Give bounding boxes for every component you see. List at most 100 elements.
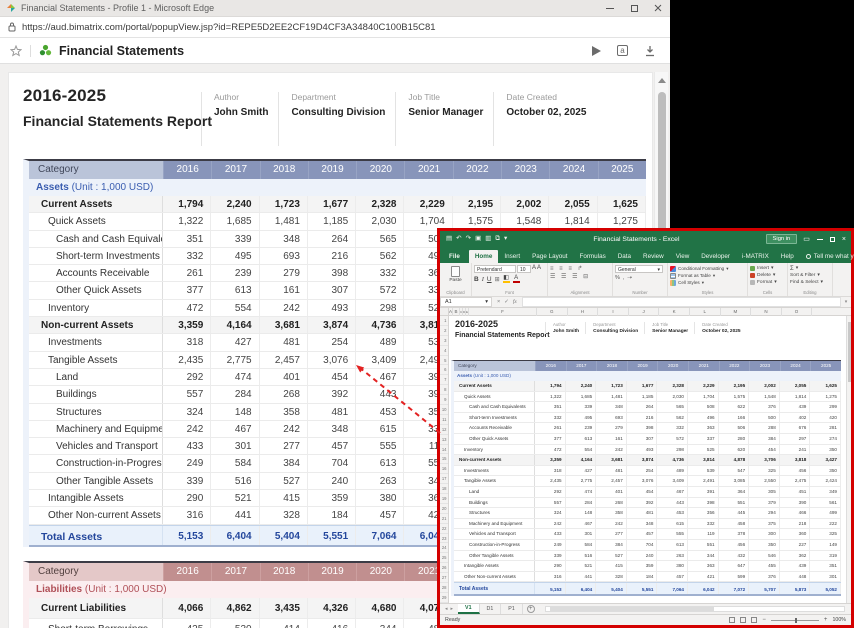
ribbon-tab[interactable]: View	[670, 250, 696, 263]
export-icon[interactable]: ▥	[485, 236, 491, 243]
row-header[interactable]: 26	[440, 563, 448, 573]
sign-in-button[interactable]: Sign in	[766, 234, 798, 244]
italic-button[interactable]: I	[482, 276, 484, 283]
font-color-button[interactable]: A	[513, 275, 520, 283]
column-header[interactable]: F	[469, 308, 537, 316]
camera-icon[interactable]: ▣	[475, 236, 481, 243]
insert-function-icon[interactable]: fx	[513, 299, 517, 305]
ribbon-tab[interactable]: File	[440, 250, 469, 263]
underline-button[interactable]: U	[487, 276, 492, 283]
font-name-select[interactable]: Pretendard	[474, 265, 516, 273]
decimal-buttons[interactable]: ⇢	[627, 275, 635, 281]
cell-styles-button[interactable]: Cell Styles ▾	[670, 279, 745, 286]
row-header[interactable]: 2	[440, 326, 448, 336]
excel-minimize-icon[interactable]	[817, 239, 823, 240]
row-header[interactable]: 15	[440, 454, 448, 464]
row-header[interactable]: 21	[440, 514, 448, 524]
formula-bar-expand-icon[interactable]: ▾	[841, 297, 851, 307]
ribbon-tab[interactable]: Data	[612, 250, 637, 263]
column-header[interactable]: O	[782, 308, 813, 316]
row-header[interactable]: 22	[440, 524, 448, 534]
download-icon[interactable]	[644, 45, 656, 57]
format-as-table-button[interactable]: Format as Table ▾	[670, 272, 745, 279]
row-header[interactable]: 28	[440, 583, 448, 593]
ribbon-tab[interactable]: Formulas	[573, 250, 611, 263]
insert-cells-button[interactable]: Insert ▾	[750, 265, 785, 272]
row-header[interactable]: 1	[440, 316, 448, 326]
row-header[interactable]: 19	[440, 494, 448, 504]
formula-bar-input[interactable]	[523, 297, 841, 307]
conditional-formatting-button[interactable]: Conditional Formatting ▾	[670, 265, 745, 272]
new-sheet-button[interactable]: +	[527, 605, 535, 613]
ribbon-display-options-icon[interactable]: ▭	[803, 235, 810, 243]
favorite-star-icon[interactable]	[10, 45, 22, 57]
ribbon-tab[interactable]: Review	[637, 250, 670, 263]
column-header[interactable]: H	[568, 308, 599, 316]
font-size-select[interactable]: 10	[517, 265, 531, 273]
row-header[interactable]: 24	[440, 543, 448, 553]
find-select-button[interactable]: Find & Select ▾	[790, 279, 830, 286]
read-aloud-icon[interactable]: a	[617, 45, 628, 56]
grow-shrink-font-buttons[interactable]: A A	[532, 265, 541, 273]
paste-button[interactable]: Paste	[448, 266, 464, 283]
row-header[interactable]: 27	[440, 573, 448, 583]
excel-maximize-icon[interactable]	[830, 237, 835, 242]
prev-sheet-icon[interactable]: ◂	[445, 606, 448, 612]
column-header[interactable]: M	[721, 308, 752, 316]
autosum-button[interactable]: Σ ▾	[790, 265, 830, 272]
duplicate-icon[interactable]: ⧉	[495, 236, 500, 243]
sheet-horizontal-scrollbar[interactable]	[545, 606, 845, 612]
row-header[interactable]: 16	[440, 464, 448, 474]
name-box[interactable]: A1▾	[440, 297, 492, 307]
delete-cells-button[interactable]: Delete ▾	[750, 272, 785, 279]
enter-icon[interactable]: ✓	[504, 299, 509, 305]
scrollbar-thumb[interactable]	[848, 322, 851, 382]
row-header[interactable]: 29	[440, 593, 448, 603]
tell-me-box[interactable]: Tell me what you want to do	[806, 253, 854, 263]
row-header[interactable]: 17	[440, 474, 448, 484]
percent-style-button[interactable]: %	[615, 275, 623, 281]
ribbon-tab[interactable]: Help	[775, 250, 800, 263]
column-headers[interactable]: ABCDEFGHIJKLMNO	[440, 308, 851, 316]
fill-color-button[interactable]: ◧	[503, 275, 510, 283]
ribbon-tab[interactable]: Page Layout	[526, 250, 573, 263]
scroll-up-arrow-icon[interactable]	[658, 78, 666, 83]
excel-close-icon[interactable]: ×	[842, 236, 846, 243]
row-header[interactable]: 20	[440, 504, 448, 514]
borders-button[interactable]: ⊞	[495, 276, 500, 283]
sheet-tab[interactable]: P1	[501, 604, 522, 614]
minimize-button[interactable]	[598, 0, 622, 16]
column-header[interactable]: I	[598, 308, 629, 316]
column-header[interactable]: J	[629, 308, 660, 316]
page-layout-view-icon[interactable]	[740, 617, 746, 623]
ribbon-tab[interactable]: Insert	[498, 250, 526, 263]
row-header[interactable]: 23	[440, 534, 448, 544]
column-header[interactable]: K	[659, 308, 690, 316]
align-left-center-right-icons[interactable]: ☰ ☰ ☰ ⊟	[550, 273, 610, 281]
column-header[interactable]: N	[751, 308, 782, 316]
sheet-tab[interactable]: V1	[458, 604, 479, 614]
quick-access-toolbar[interactable]: ▤ ↶ ↷ ▣ ▥ ⧉ ▾	[446, 236, 507, 243]
format-cells-button[interactable]: Format ▾	[750, 279, 785, 286]
sheet-vertical-scrollbar[interactable]	[846, 316, 851, 603]
ribbon-tab[interactable]: Developer	[695, 250, 736, 263]
sheet-canvas[interactable]: 2016-2025 Financial Statements Report Au…	[449, 316, 851, 603]
run-report-icon[interactable]	[592, 46, 601, 56]
zoom-slider[interactable]	[771, 620, 819, 621]
ribbon-tab[interactable]: Home	[469, 250, 499, 263]
zoom-out-icon[interactable]: −	[762, 617, 766, 623]
zoom-slider-knob[interactable]	[795, 618, 797, 623]
row-header[interactable]: 3	[440, 336, 448, 346]
maximize-button[interactable]	[622, 0, 646, 16]
row-header[interactable]: 25	[440, 553, 448, 563]
scrollbar-thumb[interactable]	[550, 607, 714, 611]
next-sheet-icon[interactable]: ▸	[451, 606, 454, 612]
column-header[interactable]: G	[537, 308, 568, 316]
cancel-icon[interactable]: ×	[497, 299, 500, 305]
number-format-select[interactable]: General▾	[615, 265, 663, 273]
excel-sheet-area[interactable]: ABCDEFGHIJKLMNO 123456789101112131415161…	[440, 308, 851, 603]
select-all-corner[interactable]	[440, 308, 449, 315]
redo-icon[interactable]: ↷	[466, 236, 471, 243]
column-header[interactable]: B	[453, 308, 460, 316]
address-bar[interactable]: https://aud.bimatrix.com/portal/popupVie…	[0, 17, 670, 38]
